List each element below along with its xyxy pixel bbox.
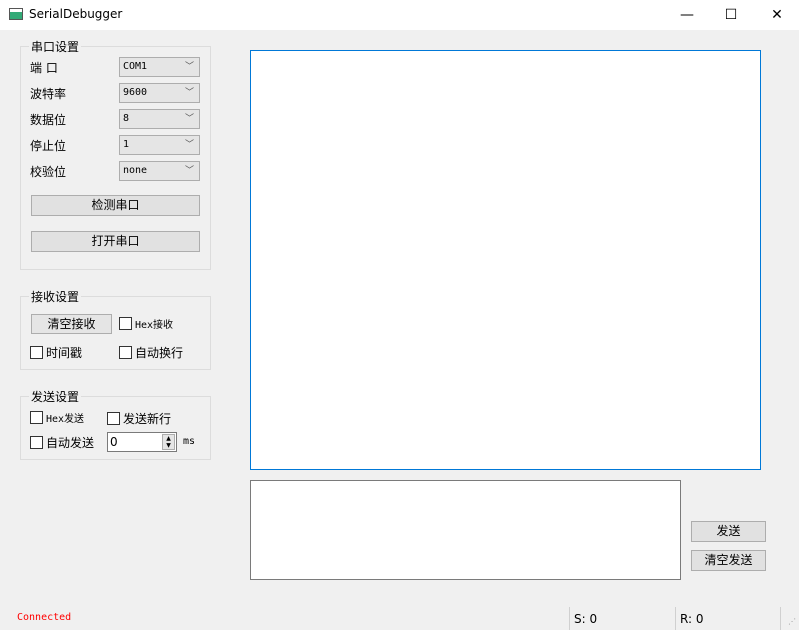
maximize-button[interactable]: ☐ (708, 0, 754, 30)
send-settings-title: 发送设置 (29, 388, 82, 405)
interval-value: 0 (110, 435, 118, 449)
data-bits-select[interactable]: 8 ﹀ (119, 109, 200, 129)
chevron-down-icon: ﹀ (184, 88, 194, 98)
serial-settings-title: 串口设置 (29, 38, 82, 55)
hex-receive-checkbox[interactable]: Hex接收 (119, 316, 173, 331)
auto-send-label: 自动发送 (46, 436, 95, 450)
hex-send-checkbox[interactable]: Hex发送 (30, 410, 84, 425)
clear-receive-button[interactable]: 清空接收 (31, 314, 112, 334)
data-bits-value: 8 (123, 113, 130, 124)
checkbox-box[interactable] (30, 411, 43, 424)
timestamp-label: 时间戳 (46, 346, 83, 360)
hex-send-label: Hex发送 (46, 414, 85, 425)
timestamp-checkbox[interactable]: 时间戳 (30, 344, 82, 361)
checkbox-box[interactable] (119, 317, 132, 330)
auto-wrap-checkbox[interactable]: 自动换行 (119, 344, 183, 361)
send-newline-label: 发送新行 (123, 412, 172, 426)
status-divider (569, 607, 570, 630)
port-select[interactable]: COM1 ﹀ (119, 57, 200, 77)
stop-bits-label: 停止位 (30, 139, 67, 153)
hex-receive-label: Hex接收 (135, 320, 174, 331)
receive-settings-title: 接收设置 (29, 288, 82, 305)
interval-spinbox[interactable]: 0 ▲ ▼ (107, 432, 177, 452)
baud-select[interactable]: 9600 ﹀ (119, 83, 200, 103)
detect-port-button[interactable]: 检测串口 (31, 195, 200, 216)
app-icon (9, 8, 23, 20)
connection-status: Connected (17, 612, 72, 623)
chevron-down-icon: ﹀ (184, 114, 194, 124)
auto-wrap-label: 自动换行 (135, 346, 184, 360)
parity-value: none (123, 165, 148, 176)
data-bits-label: 数据位 (30, 113, 67, 127)
open-port-button[interactable]: 打开串口 (31, 231, 200, 252)
sent-count: S: 0 (574, 612, 598, 626)
received-count: R: 0 (680, 612, 704, 626)
parity-label: 校验位 (30, 165, 67, 179)
auto-send-checkbox[interactable]: 自动发送 (30, 434, 94, 451)
status-divider (780, 607, 781, 630)
send-button[interactable]: 发送 (691, 521, 766, 542)
baud-label: 波特率 (30, 87, 67, 101)
spin-arrows-icon[interactable]: ▲ ▼ (162, 434, 175, 450)
port-value: COM1 (123, 61, 148, 72)
interval-unit: ms (183, 436, 196, 447)
checkbox-box[interactable] (119, 346, 132, 359)
send-textarea[interactable] (250, 480, 681, 580)
checkbox-box[interactable] (107, 412, 120, 425)
size-grip-icon[interactable]: ⋰ (788, 617, 796, 626)
minimize-button[interactable]: — (664, 0, 710, 30)
baud-value: 9600 (123, 87, 148, 98)
parity-select[interactable]: none ﹀ (119, 161, 200, 181)
send-newline-checkbox[interactable]: 发送新行 (107, 410, 171, 427)
stop-bits-select[interactable]: 1 ﹀ (119, 135, 200, 155)
stop-bits-value: 1 (123, 139, 130, 150)
checkbox-box[interactable] (30, 346, 43, 359)
chevron-down-icon: ﹀ (184, 166, 194, 176)
port-label: 端 口 (30, 61, 58, 75)
clear-send-button[interactable]: 清空发送 (691, 550, 766, 571)
title-bar: SerialDebugger — ☐ ✕ (0, 0, 799, 30)
chevron-down-icon: ﹀ (184, 140, 194, 150)
close-button[interactable]: ✕ (754, 0, 799, 30)
chevron-down-icon: ﹀ (184, 62, 194, 72)
window-title: SerialDebugger (29, 7, 123, 21)
status-divider (675, 607, 676, 630)
checkbox-box[interactable] (30, 436, 43, 449)
receive-textarea[interactable] (250, 50, 761, 470)
